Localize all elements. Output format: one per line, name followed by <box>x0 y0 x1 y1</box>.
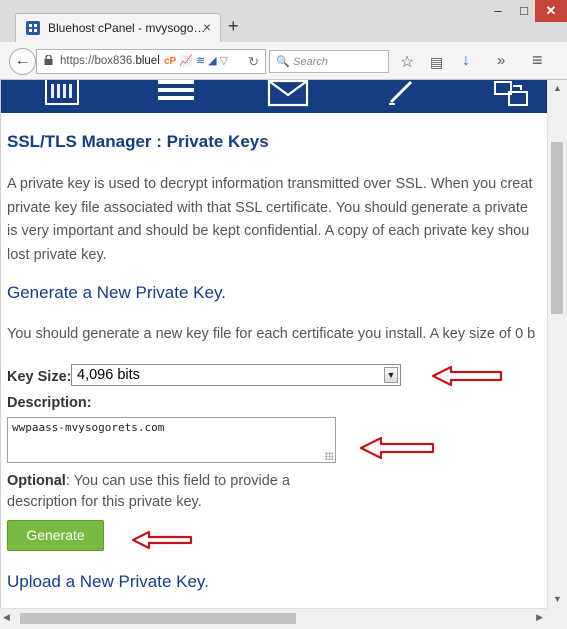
mail-icon[interactable] <box>267 80 309 107</box>
back-button[interactable]: ← <box>9 48 36 75</box>
browser-tab[interactable]: Bluehost cPanel - mvysogo… × <box>15 13 221 42</box>
url-text: https://box836.bluel <box>60 55 160 67</box>
vertical-scrollbar[interactable]: ▲ ▼ <box>547 80 567 608</box>
scroll-left-icon[interactable]: ◀ <box>3 612 10 623</box>
hamburger-menu-icon[interactable]: ≡ <box>532 50 543 71</box>
description-label: Description: <box>7 395 92 411</box>
lock-icon <box>44 55 53 65</box>
feather-addon-icon[interactable]: ◢ <box>208 54 216 67</box>
browser-titlebar: Bluehost cPanel - mvysogo… × + – □ ✕ <box>0 0 567 42</box>
key-size-label: Key Size: <box>7 369 72 385</box>
list-icon[interactable] <box>158 80 194 104</box>
optional-help-text: Optional: You can use this field to prov… <box>7 471 290 513</box>
optional-label: Optional <box>7 473 66 489</box>
intro-line: A private key is used to decrypt informa… <box>7 176 533 192</box>
window-maximize-button[interactable]: □ <box>510 0 538 22</box>
intro-line: lost private key. <box>7 246 107 263</box>
calendar-icon[interactable] <box>45 80 79 105</box>
overflow-chevron-icon[interactable]: » <box>497 52 505 69</box>
wave-addon-icon[interactable]: ≋ <box>196 54 205 67</box>
tab-title: Bluehost cPanel - mvysogo… <box>48 21 206 35</box>
scrollbar-corner <box>547 608 567 629</box>
edit-pen-icon[interactable] <box>387 80 417 106</box>
reload-icon[interactable]: ↻ <box>248 54 259 70</box>
optional-text: description for this private key. <box>7 494 202 510</box>
filter-addon-icon[interactable]: ▽ <box>220 54 228 67</box>
search-placeholder: Search <box>293 56 328 68</box>
new-tab-button[interactable]: + <box>228 16 239 37</box>
search-input[interactable]: 🔍 Search <box>269 50 389 73</box>
page-viewport: SSL/TLS Manager : Private Keys A private… <box>0 80 547 608</box>
generate-button[interactable]: Generate <box>7 520 104 551</box>
intro-line: private key file associated with that SS… <box>7 199 528 216</box>
page-title: SSL/TLS Manager : Private Keys <box>7 132 269 151</box>
generate-heading: Generate a New Private Key. <box>7 283 226 302</box>
intro-line: is very important and should be kept con… <box>7 223 530 239</box>
download-icon[interactable]: ↓ <box>462 52 470 70</box>
scroll-down-icon[interactable]: ▼ <box>548 591 567 608</box>
window-minimize-button[interactable]: – <box>484 0 512 22</box>
intro-paragraph: A private key is used to decrypt informa… <box>7 173 547 267</box>
reading-list-icon[interactable]: ▤ <box>430 54 443 71</box>
description-value: wwpaass-mvysogorets.com <box>12 421 165 434</box>
horizontal-scrollbar[interactable]: ◀ ▶ <box>0 608 547 629</box>
addon-icons: cP 📈 ≋ ◢ ▽ <box>164 54 231 67</box>
address-bar[interactable]: https://box836.bluel cP 📈 ≋ ◢ ▽ ↻ <box>36 49 266 74</box>
cpanel-addon-icon[interactable]: cP <box>164 56 176 67</box>
back-arrow-icon: ← <box>14 52 31 69</box>
cpanel-favicon-icon <box>26 21 40 35</box>
chevron-down-icon[interactable]: ▼ <box>384 367 398 383</box>
cpanel-icon-strip <box>1 80 547 113</box>
transfer-icon[interactable] <box>491 80 531 108</box>
resize-grip-icon[interactable] <box>325 452 333 460</box>
key-size-select[interactable]: 4,096 bits ▼ <box>71 364 401 386</box>
tab-close-icon[interactable]: × <box>203 19 211 35</box>
key-size-value: 4,096 bits <box>77 367 140 383</box>
upload-heading: Upload a New Private Key. <box>7 572 209 591</box>
annotation-arrow-icon <box>359 436 435 460</box>
scroll-right-icon[interactable]: ▶ <box>536 612 543 623</box>
scroll-up-icon[interactable]: ▲ <box>548 80 567 97</box>
scrollbar-thumb[interactable] <box>551 142 563 314</box>
window-close-button[interactable]: ✕ <box>535 0 567 22</box>
scrollbar-thumb[interactable] <box>20 613 296 624</box>
chart-addon-icon[interactable]: 📈 <box>179 54 193 67</box>
generate-description: You should generate a new key file for e… <box>7 326 536 342</box>
bookmark-star-icon[interactable]: ☆ <box>400 52 414 72</box>
optional-text: : You can use this field to provide a <box>65 473 290 489</box>
browser-navbar: ← https://box836.bluel cP 📈 ≋ ◢ ▽ ↻ 🔍 Search… <box>0 42 567 80</box>
description-textarea[interactable]: wwpaass-mvysogorets.com <box>7 417 336 463</box>
annotation-arrow-icon <box>131 530 193 550</box>
annotation-arrow-icon <box>431 365 503 387</box>
search-icon: 🔍 <box>276 56 290 68</box>
